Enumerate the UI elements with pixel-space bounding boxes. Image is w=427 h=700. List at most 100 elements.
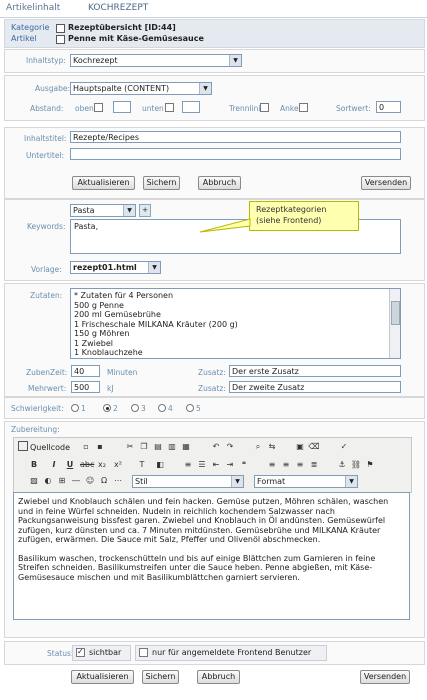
inhaltstyp-select[interactable]: Kochrezept ▼ [70, 54, 242, 67]
italic-icon[interactable]: I [48, 459, 60, 471]
untertitel-input[interactable] [70, 148, 401, 160]
find-icon[interactable]: ⌕ [252, 441, 264, 453]
flash-icon[interactable]: ◐ [42, 475, 54, 487]
align-justify-icon[interactable]: ≣ [308, 459, 320, 471]
remove-format-icon[interactable]: ⌫ [308, 441, 320, 453]
trennlinie-checkbox[interactable] [260, 103, 269, 112]
abbruch-button-bottom[interactable]: Abbruch [197, 670, 240, 684]
keywords-select-value: Pasta [73, 206, 95, 215]
zutaten-textarea[interactable]: * Zutaten für 4 Personen 500 g Penne 200… [70, 288, 401, 359]
editor-content[interactable]: Zwiebel und Knoblauch schälen und fein h… [13, 492, 410, 620]
breadcrumb: Kategorie Rezeptübersicht [ID:44] Artike… [4, 19, 425, 48]
special-char-icon[interactable]: Ω [98, 475, 110, 487]
sichern-button[interactable]: Sichern [143, 176, 180, 190]
align-right-icon[interactable]: ≡ [294, 459, 306, 471]
superscript-icon[interactable]: x² [112, 459, 124, 471]
tab-artikelinhalt[interactable]: Artikelinhalt [6, 3, 60, 13]
inhaltstyp-value: Kochrezept [73, 56, 118, 65]
zusatz1-input[interactable]: Der erste Zusatz [229, 365, 401, 377]
source-button[interactable]: Quellcode [18, 441, 70, 453]
difficulty-radio-5[interactable] [186, 404, 194, 412]
difficulty-radio-1[interactable] [71, 404, 79, 412]
horizontal-rule-icon[interactable]: ― [70, 475, 82, 487]
category-label: Kategorie [11, 23, 50, 32]
blockquote-icon[interactable]: ❝ [238, 459, 250, 471]
sichtbar-checkbox[interactable]: ✓ [76, 647, 85, 657]
style-select[interactable]: Stil ▼ [132, 475, 244, 488]
page-break-icon[interactable]: ⋯ [112, 475, 124, 487]
paste-icon[interactable]: ▤ [152, 441, 164, 453]
align-center-icon[interactable]: ≡ [280, 459, 292, 471]
ausgabe-panel: Ausgabe: Hauptspalte (CONTENT) ▼ Abstand… [4, 75, 425, 121]
undo-icon[interactable]: ↶ [210, 441, 222, 453]
new-page-icon[interactable]: ▫ [80, 441, 92, 453]
underline-icon[interactable]: U [64, 459, 76, 471]
zusatz2-input[interactable]: Der zweite Zusatz [229, 381, 401, 393]
spellcheck-icon[interactable]: ✓ [338, 441, 350, 453]
sichern-button-bottom[interactable]: Sichern [142, 670, 179, 684]
keywords-select[interactable]: Pasta ▼ [70, 204, 136, 217]
vorlage-select[interactable]: rezept01.html ▼ [70, 261, 161, 274]
zusatz2-label: Zusatz: [198, 384, 226, 393]
smiley-icon[interactable]: ☺ [84, 475, 96, 487]
table-icon[interactable]: ⊞ [56, 475, 68, 487]
tab-bar: Artikelinhalt KOCHREZEPT [0, 0, 427, 18]
aktualisieren-button[interactable]: Aktualisieren [72, 176, 135, 190]
difficulty-radio-3[interactable] [131, 404, 139, 412]
sortwert-input[interactable]: 0 [376, 101, 401, 113]
strikethrough-icon[interactable]: abc [80, 459, 94, 471]
save-icon[interactable]: ▪ [94, 441, 106, 453]
unten-input[interactable] [182, 101, 200, 113]
oben-checkbox[interactable] [94, 103, 103, 112]
anchor-icon[interactable]: ⚑ [364, 459, 376, 471]
paste-word-icon[interactable]: ▦ [180, 441, 192, 453]
scrollbar-thumb[interactable] [391, 301, 400, 325]
oben-input[interactable] [113, 101, 131, 113]
zutaten-line: 1 Frischeschale MILKANA Kräuter (200 g) [74, 319, 238, 329]
bulleted-list-icon[interactable]: ☰ [196, 459, 208, 471]
status-panel: Status: ✓ sichtbar nur für angemeldete F… [4, 641, 425, 665]
link-icon[interactable]: ⚓ [336, 459, 348, 471]
zubereit-input[interactable]: 40 [71, 365, 100, 377]
versenden-button-bottom[interactable]: Versenden [360, 670, 410, 684]
cut-icon[interactable]: ✂ [124, 441, 136, 453]
chevron-down-icon: ▼ [123, 205, 135, 216]
anker-checkbox[interactable] [299, 103, 308, 112]
oben-label: oben [75, 104, 94, 113]
difficulty-radio-4[interactable] [158, 404, 166, 412]
unlink-icon[interactable]: ⛓ [350, 459, 362, 471]
select-all-icon[interactable]: ▣ [294, 441, 306, 453]
text-color-icon[interactable]: T [136, 459, 148, 471]
aktualisieren-button-bottom[interactable]: Aktualisieren [71, 670, 134, 684]
category-value[interactable]: Rezeptübersicht [ID:44] [68, 23, 176, 32]
outdent-icon[interactable]: ⇤ [210, 459, 222, 471]
zutaten-scrollbar[interactable] [389, 289, 400, 358]
versenden-button[interactable]: Versenden [361, 176, 411, 190]
ausgabe-select[interactable]: Hauptspalte (CONTENT) ▼ [70, 82, 212, 95]
format-select[interactable]: Format ▼ [254, 475, 358, 488]
numbered-list-icon[interactable]: ≡ [182, 459, 194, 471]
mehrwert-input[interactable]: 500 [71, 381, 100, 393]
inhaltstitel-input[interactable]: Rezepte/Recipes [70, 131, 401, 143]
subscript-icon[interactable]: x₂ [96, 459, 108, 471]
align-left-icon[interactable]: ≡ [266, 459, 278, 471]
frontend-checkbox[interactable] [139, 648, 148, 657]
redo-icon[interactable]: ↷ [224, 441, 236, 453]
chevron-down-icon: ▼ [345, 476, 357, 487]
unten-checkbox[interactable] [165, 103, 174, 112]
article-value[interactable]: Penne mit Käse-Gemüsesauce [68, 34, 204, 43]
tab-kochrezept[interactable]: KOCHREZEPT [88, 3, 148, 13]
copy-icon[interactable]: ❐ [138, 441, 150, 453]
bold-icon[interactable]: B [28, 459, 40, 471]
paste-text-icon[interactable]: ▥ [166, 441, 178, 453]
chevron-down-icon: ▼ [148, 262, 160, 273]
indent-icon[interactable]: ⇥ [224, 459, 236, 471]
bg-color-icon[interactable]: ◧ [154, 459, 166, 471]
sichtbar-label: sichtbar [89, 648, 122, 657]
replace-icon[interactable]: ⇆ [266, 441, 278, 453]
difficulty-radio-2[interactable] [103, 404, 111, 412]
abbruch-button[interactable]: Abbruch [198, 176, 241, 190]
add-keyword-icon[interactable]: + [139, 204, 151, 217]
image-icon[interactable]: ▨ [28, 475, 40, 487]
tooltip-line-2: (siehe Frontend) [256, 216, 322, 225]
